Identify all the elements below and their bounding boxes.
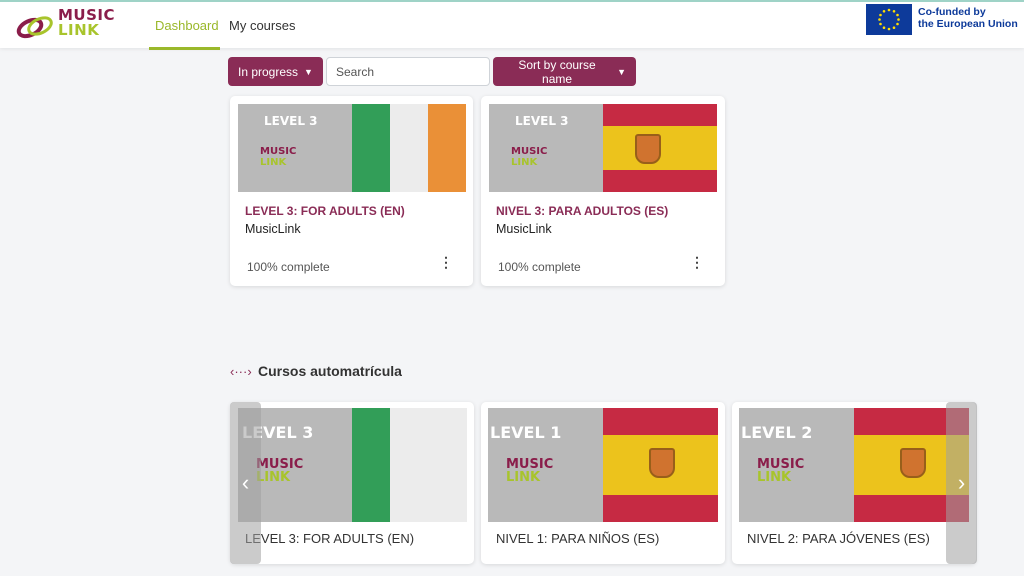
coat-of-arms-icon: [635, 134, 661, 164]
chevron-down-icon: ▼: [617, 66, 626, 77]
chevron-down-icon: ▼: [304, 66, 313, 77]
musiclink-logo: MUSIC LINK: [260, 146, 297, 168]
course-thumbnail[interactable]: LEVEL 3 MUSIC LINK: [238, 104, 466, 192]
course-title[interactable]: NIVEL 3: PARA ADULTOS (ES): [496, 204, 668, 218]
logo-text: MUSIC LINK: [58, 6, 115, 39]
carousel-course-card[interactable]: LEVEL 2 MUSIC LINK NIVEL 2: PARA JÓVENES …: [732, 402, 976, 564]
ireland-flag-image: [352, 408, 467, 522]
course-thumbnail[interactable]: LEVEL 2 MUSIC LINK: [739, 408, 969, 522]
course-title[interactable]: NIVEL 1: PARA NIÑOS (ES): [496, 531, 659, 546]
course-thumbnail[interactable]: LEVEL 3 MUSIC LINK: [238, 408, 467, 522]
spain-flag-image: [603, 408, 718, 522]
course-card[interactable]: LEVEL 3 MUSIC LINK NIVEL 3: PARA ADULTOS …: [481, 96, 725, 286]
search-input[interactable]: [326, 57, 490, 86]
course-title[interactable]: NIVEL 2: PARA JÓVENES (ES): [747, 531, 930, 546]
eu-cofunded-text: Co-funded by the European Union: [918, 6, 1018, 30]
tab-dashboard[interactable]: Dashboard: [155, 18, 219, 33]
section-title: Cursos automatrícula: [258, 363, 402, 379]
carousel-course-card[interactable]: LEVEL 1 MUSIC LINK NIVEL 1: PARA NIÑOS (E…: [481, 402, 725, 564]
chevron-left-icon: ‹: [241, 470, 250, 495]
code-brackets-icon: ‹···›: [230, 364, 252, 379]
course-title[interactable]: LEVEL 3: FOR ADULTS (EN): [245, 204, 405, 218]
status-filter-dropdown[interactable]: In progress ▼: [228, 57, 323, 86]
eu-flag-icon: [866, 4, 912, 35]
kebab-menu-icon[interactable]: ⋮: [690, 254, 704, 271]
carousel-course-card[interactable]: LEVEL 3 MUSIC LINK LEVEL 3: FOR ADULTS (E…: [230, 402, 474, 564]
musiclink-logo[interactable]: MUSIC LINK: [12, 6, 115, 48]
course-category: MusicLink: [245, 222, 301, 236]
musiclink-logo: MUSIC LINK: [757, 457, 805, 485]
musiclink-logo: MUSIC LINK: [511, 146, 548, 168]
ireland-flag-image: [352, 104, 466, 192]
course-title[interactable]: LEVEL 3: FOR ADULTS (EN): [245, 531, 414, 546]
kebab-menu-icon[interactable]: ⋮: [439, 254, 453, 271]
course-thumbnail[interactable]: LEVEL 3 MUSIC LINK: [489, 104, 717, 192]
course-thumbnail[interactable]: LEVEL 1 MUSIC LINK: [488, 408, 718, 522]
coat-of-arms-icon: [900, 448, 926, 478]
coat-of-arms-icon: [649, 448, 675, 478]
musiclink-logo: MUSIC LINK: [506, 457, 554, 485]
carousel-next-button[interactable]: ›: [946, 402, 977, 564]
tab-my-courses[interactable]: My courses: [229, 18, 295, 33]
active-tab-indicator: [149, 47, 220, 50]
logo-swirl-icon: [16, 16, 53, 39]
sort-dropdown[interactable]: Sort by course name ▼: [493, 57, 636, 86]
course-category: MusicLink: [496, 222, 552, 236]
spain-flag-image: [603, 104, 717, 192]
musiclink-logo: MUSIC LINK: [256, 457, 304, 485]
course-progress: 100% complete: [498, 260, 581, 274]
chevron-right-icon: ›: [957, 470, 966, 495]
carousel-prev-button[interactable]: ‹: [230, 402, 261, 564]
course-card[interactable]: LEVEL 3 MUSIC LINK LEVEL 3: FOR ADULTS (E…: [230, 96, 473, 286]
course-progress: 100% complete: [247, 260, 330, 274]
top-navbar: MUSIC LINK Dashboard My courses Co-funde…: [0, 0, 1024, 50]
